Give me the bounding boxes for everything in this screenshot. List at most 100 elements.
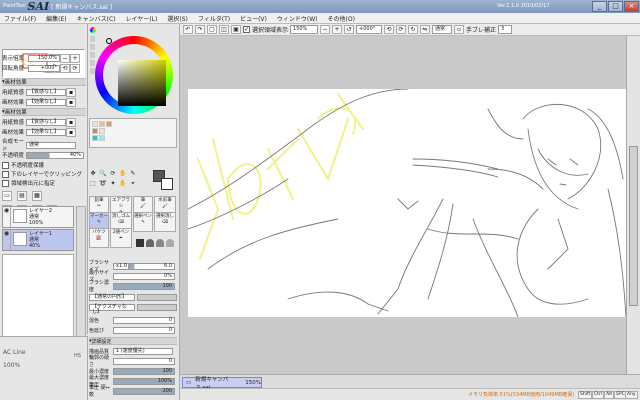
new-folder-icon[interactable]: ▤ [17, 191, 27, 201]
hardness-slider[interactable]: 0 [113, 357, 175, 365]
quality-select[interactable]: 1 (速度優先) [113, 347, 173, 355]
paper-texture-settings-icon[interactable]: ▪ [66, 87, 76, 97]
bucket-tool[interactable]: バケツ ⛽ [89, 228, 109, 248]
layer-scrollbar[interactable] [76, 206, 86, 354]
hue-marker[interactable] [106, 38, 112, 44]
paper-texture-select[interactable]: 【質感なし】 [26, 88, 66, 96]
menu-view[interactable]: ビュー(V) [240, 14, 267, 23]
select-pen-tool[interactable]: 選択ペン ✎ [133, 212, 153, 232]
minimize-button[interactable]: _ [592, 1, 607, 12]
visibility-eye-icon[interactable]: ◉ [3, 230, 11, 250]
brush-density-slider[interactable]: 100 [113, 282, 175, 290]
rotate-reset-icon[interactable]: ↻ [408, 25, 419, 34]
swatch[interactable] [99, 135, 105, 141]
rgb-slider-icon[interactable] [90, 36, 95, 42]
blend-mode-select[interactable]: 通常 [26, 141, 76, 149]
angle-value[interactable]: +000° [28, 64, 60, 72]
swatch[interactable] [106, 121, 112, 127]
clipping-checkbox[interactable] [2, 170, 9, 178]
stabilizer-select[interactable]: 3 [498, 25, 513, 34]
swatch[interactable] [92, 121, 98, 127]
menu-select[interactable]: 選択(S) [167, 14, 188, 23]
brush-texture-strength[interactable] [137, 303, 177, 311]
redo-icon[interactable]: ↷ [195, 25, 205, 34]
nav-rotate-left-icon[interactable]: ⟲ [60, 63, 70, 73]
rotate-icon[interactable]: ⟳ [109, 170, 117, 178]
eyedropper-tool-icon[interactable]: ⌖ [129, 180, 137, 188]
hsv-slider-icon[interactable] [90, 44, 95, 50]
swatch[interactable] [99, 128, 105, 134]
deselect-icon[interactable]: ▢ [207, 25, 217, 34]
eyedropper-icon[interactable]: ✎ [129, 170, 137, 178]
mix-slider[interactable]: 0 [113, 316, 175, 324]
layer-texture-select[interactable]: 【質感なし】 [26, 118, 66, 126]
invert-selection-icon[interactable]: ◫ [219, 25, 229, 34]
maximize-button[interactable]: □ [608, 1, 623, 12]
new-layer-set-icon[interactable]: ▦ [32, 191, 42, 201]
color-wheel[interactable] [95, 36, 173, 114]
layer-effect-header[interactable]: ▾ 画材効果 [2, 108, 86, 116]
swatch[interactable] [99, 121, 105, 127]
brush-shape-icon[interactable] [156, 239, 164, 247]
min-density-slider[interactable]: 100 [113, 367, 175, 375]
selection-display-checkbox[interactable]: ✓ [243, 26, 250, 33]
layer-effect-select[interactable]: 【効果なし】 [26, 128, 66, 136]
rect-select-icon[interactable]: ⬚ [89, 180, 97, 188]
canvas-area[interactable] [180, 36, 627, 374]
menu-window[interactable]: ウィンドウ(W) [277, 14, 318, 23]
binary-pen-tool[interactable]: 2値ペン ✒ [110, 228, 132, 248]
move-icon[interactable]: ✥ [89, 170, 97, 178]
visibility-eye-icon[interactable]: ◉ [3, 207, 11, 227]
layer-effect-settings-icon[interactable]: ▪ [66, 127, 76, 137]
nav-zoom-in-icon[interactable]: + [70, 53, 80, 63]
magic-wand-icon[interactable]: ✦ [109, 180, 117, 188]
paper-effect-settings-icon[interactable]: ▪ [66, 97, 76, 107]
blend-select[interactable]: 通常 [432, 25, 453, 34]
protect-opacity-checkbox[interactable] [2, 161, 9, 169]
brush-shape-icon[interactable] [136, 239, 144, 247]
menu-filter[interactable]: フィルタ(T) [198, 14, 230, 23]
nav-zoom-out-icon[interactable]: − [60, 53, 70, 63]
zoom-reset-icon[interactable]: ↺ [344, 25, 355, 34]
brush-texture-select[interactable]: 【テクスチャなし】 [89, 303, 135, 314]
detail-header[interactable]: ▾ 詳細設定 [89, 337, 177, 345]
scrollbar-thumb[interactable] [629, 146, 638, 306]
brush-shape-strength[interactable] [137, 293, 177, 301]
brush-size-multiplier[interactable]: x1.0 [113, 262, 129, 270]
new-layer-icon[interactable]: ▭ [2, 191, 12, 201]
zoom-icon[interactable]: 🔍 [99, 170, 107, 178]
menu-edit[interactable]: 編集(E) [46, 14, 66, 23]
undo-icon[interactable]: ↶ [183, 25, 193, 34]
menu-other[interactable]: その他(O) [328, 14, 355, 23]
zoom-out-icon[interactable]: − [320, 25, 331, 34]
saturation-value-square[interactable] [118, 60, 166, 106]
paper-effect-header[interactable]: ▾ 画材効果 [2, 78, 86, 86]
swatch[interactable] [92, 135, 98, 141]
hand-icon[interactable]: ✋ [119, 170, 127, 178]
rotate-right-icon[interactable]: ⟳ [396, 25, 407, 34]
dilute-slider[interactable]: 0 [113, 326, 175, 334]
show-selection-icon[interactable]: ▣ [231, 25, 241, 34]
canvas-paper[interactable] [187, 88, 627, 318]
rotation-field[interactable]: +000° [356, 25, 383, 34]
layer-texture-settings-icon[interactable]: ▪ [66, 117, 76, 127]
opacity-slider[interactable]: 40% [26, 151, 84, 159]
max-pressure-slider[interactable]: 100% [113, 377, 175, 385]
vertical-scrollbar[interactable] [626, 36, 640, 374]
swatch[interactable] [92, 128, 98, 134]
brush-shape-select[interactable]: 【通常の円形】 [89, 293, 135, 301]
select-erase-tool[interactable]: 選択消し ⌫ [154, 212, 176, 232]
document-tab[interactable]: ▭ 新規キャンバス.sai 150% [182, 377, 262, 391]
zoom-field[interactable]: 150% [290, 25, 319, 34]
background-color-swatch[interactable] [161, 178, 173, 190]
selection-source-checkbox[interactable] [2, 179, 9, 187]
brush-size-slider[interactable]: 6.0 [129, 262, 175, 270]
min-size-slider[interactable]: 0% [113, 272, 175, 280]
brush-shape-icon[interactable] [166, 239, 174, 247]
zoom-in-icon[interactable]: + [332, 25, 343, 34]
menu-layer[interactable]: レイヤー(L) [126, 14, 158, 23]
zoom-value[interactable]: 150.0% [28, 54, 60, 62]
swatches-icon[interactable] [90, 60, 95, 66]
mixer-icon[interactable] [90, 52, 95, 58]
pressure-slider[interactable]: 200 [113, 387, 175, 395]
